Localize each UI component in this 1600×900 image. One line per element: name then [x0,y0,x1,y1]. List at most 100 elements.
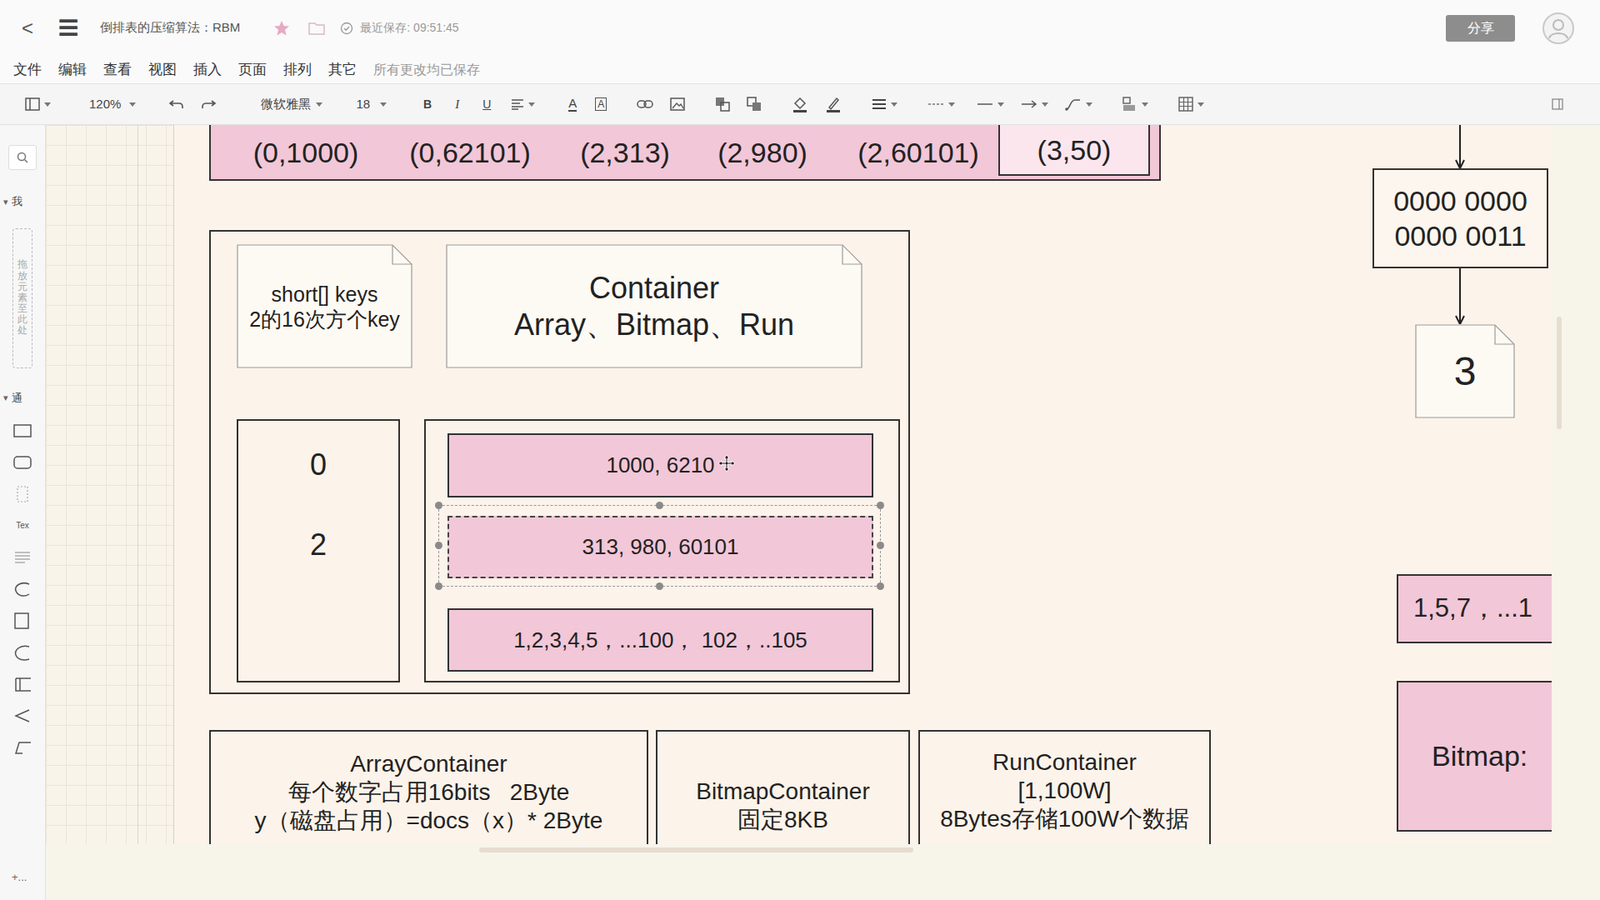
expand-toggle[interactable]: ▾ [3,195,9,210]
resize-handle[interactable] [876,582,885,590]
menu-item[interactable]: 其它 [328,59,357,81]
tuple-label[interactable]: (2,313) [580,131,670,175]
line-end-arrow-icon[interactable] [1020,100,1038,109]
menu-item[interactable]: 编辑 [58,59,87,81]
dropdown-caret-icon[interactable] [948,102,955,107]
dropdown-caret-icon[interactable] [1041,102,1049,107]
dropdown-caret-icon[interactable] [1141,102,1149,107]
shape-group-label[interactable]: 我 [11,193,23,210]
container-row[interactable]: 313, 980, 60101 [447,515,874,579]
line-start-icon[interactable] [976,100,994,109]
keys-document[interactable]: short[] keys2的16次方个key [236,244,413,369]
share-button[interactable]: 分享 [1445,15,1515,42]
tuple-label[interactable]: (0,1000) [253,131,360,175]
dropdown-caret-icon[interactable] [129,102,136,107]
circle-shape-icon[interactable] [12,644,33,661]
text-shape[interactable]: Tex [15,517,30,535]
tuple-box[interactable]: (3,50) [998,125,1150,176]
document-title[interactable]: 倒排表的压缩算法：RBM [100,18,240,38]
send-back-icon[interactable] [746,96,762,112]
font-size-select[interactable]: 18 [355,95,370,115]
run-list-box[interactable]: 1,5,7，...1 [1396,574,1552,644]
shape-group-label[interactable]: 通 [11,390,23,407]
resize-handle[interactable] [876,501,885,510]
resize-handle[interactable] [876,541,885,550]
container-row[interactable]: 1,2,3,4,5，...100， 102，..105 [447,608,874,672]
image-icon[interactable] [670,97,685,111]
redo-icon[interactable] [200,98,216,110]
dropdown-caret-icon[interactable] [1197,102,1205,107]
shape-search[interactable] [8,145,37,170]
binary-box[interactable]: 0000 00000000 0011 [1372,168,1549,269]
bitmap-container-box[interactable]: BitmapContainer固定8KB [655,730,910,845]
menu-item[interactable]: 视图 [148,59,177,81]
dropdown-caret-icon[interactable] [890,102,898,107]
resize-handle[interactable] [655,582,664,590]
table-icon[interactable] [1178,96,1194,112]
horizontal-scrollbar[interactable] [479,847,914,853]
triangle-shape-icon[interactable] [12,707,33,725]
drop-zone[interactable]: 拖放元素至此处 [12,228,33,369]
menu-item[interactable]: 查看 [103,59,132,81]
resize-handle[interactable] [655,501,664,510]
line-color-icon[interactable] [825,95,842,113]
container-shape-icon[interactable] [12,675,33,693]
dropdown-caret-icon[interactable] [997,102,1005,107]
folder-icon[interactable] [308,20,325,36]
align-icon[interactable] [510,98,525,110]
star-icon[interactable] [273,20,290,37]
dropdown-caret-icon[interactable] [44,102,51,107]
tuple-label[interactable]: (0,62101) [409,131,531,175]
menu-item[interactable]: 排列 [283,59,312,81]
diagram-canvas[interactable]: (0,1000) (0,62101) (2,313) (2,980) (2,60101)… [45,125,1552,845]
dropdown-caret-icon[interactable] [380,102,387,107]
tuple-label[interactable]: (2,980) [717,131,808,175]
vertical-scrollbar[interactable] [1556,316,1562,430]
font-family-select[interactable]: 微软雅黑 [260,95,311,115]
font-background-button[interactable]: A [595,97,607,111]
container-document[interactable]: ContainerArray、Bitmap、Run [445,244,863,369]
line-style-icon[interactable] [927,100,945,109]
menu-button[interactable]: ☰ [58,13,79,44]
result-document[interactable]: 3 [1415,324,1515,419]
avatar-icon[interactable] [1541,11,1575,45]
square-shape-icon[interactable] [12,612,33,630]
shape-group-header[interactable]: ▾通 [0,390,45,407]
fill-color-icon[interactable] [791,95,809,113]
link-icon[interactable] [636,99,654,110]
expand-toggle[interactable]: ▾ [3,390,9,405]
panel-toggle-icon[interactable] [1551,98,1564,110]
shape-group-header[interactable]: ▾我 [0,193,45,210]
connector-icon[interactable] [1065,97,1082,111]
arrange-icon[interactable] [1122,96,1138,112]
dropdown-caret-icon[interactable] [528,102,535,107]
zoom-select[interactable]: 120% [89,95,121,115]
undo-icon[interactable] [169,98,185,110]
menu-item[interactable]: 文件 [13,59,42,81]
bring-front-icon[interactable] [715,96,730,112]
menu-item[interactable]: 插入 [193,59,222,81]
run-container-box[interactable]: RunContainer[1,100W]8Bytes存储100W个数据 [918,730,1211,845]
tuple-label[interactable]: (2,60101) [857,131,980,175]
resize-handle[interactable] [435,582,443,590]
bold-button[interactable]: B [423,95,432,114]
container-row[interactable]: 1000, 6210 [447,433,874,498]
line-width-icon[interactable] [871,98,887,110]
keys-box[interactable]: 02 [236,419,400,683]
roaring-bitmap-frame[interactable]: short[] keys2的16次方个key ContainerArray、Bit… [209,230,910,695]
bitmap-box[interactable]: Bitmap: [1396,680,1552,832]
menu-item[interactable]: 页面 [238,59,267,81]
resize-handle[interactable] [435,541,443,550]
note-shape-icon[interactable] [12,549,33,566]
tuple-strip[interactable]: (0,1000) (0,62101) (2,313) (2,980) (2,60101)… [209,125,1161,181]
layout-icon[interactable] [25,97,40,111]
back-button[interactable]: < [21,13,39,44]
underline-button[interactable]: U [482,95,491,114]
rectangle-shape-icon[interactable] [12,422,33,440]
ellipse-shape-icon[interactable] [12,580,33,598]
containers-box[interactable]: 1000, 6210 313, 980, 60101 1,2,3,4,5，...10… [424,419,900,683]
font-color-button[interactable]: A [568,96,577,112]
parallelogram-shape-icon[interactable] [12,739,33,756]
array-container-box[interactable]: ArrayContainer每个数字占用16bits 2Bytey（磁盘占用）=… [209,730,649,845]
frame-shape-icon[interactable] [12,485,33,503]
